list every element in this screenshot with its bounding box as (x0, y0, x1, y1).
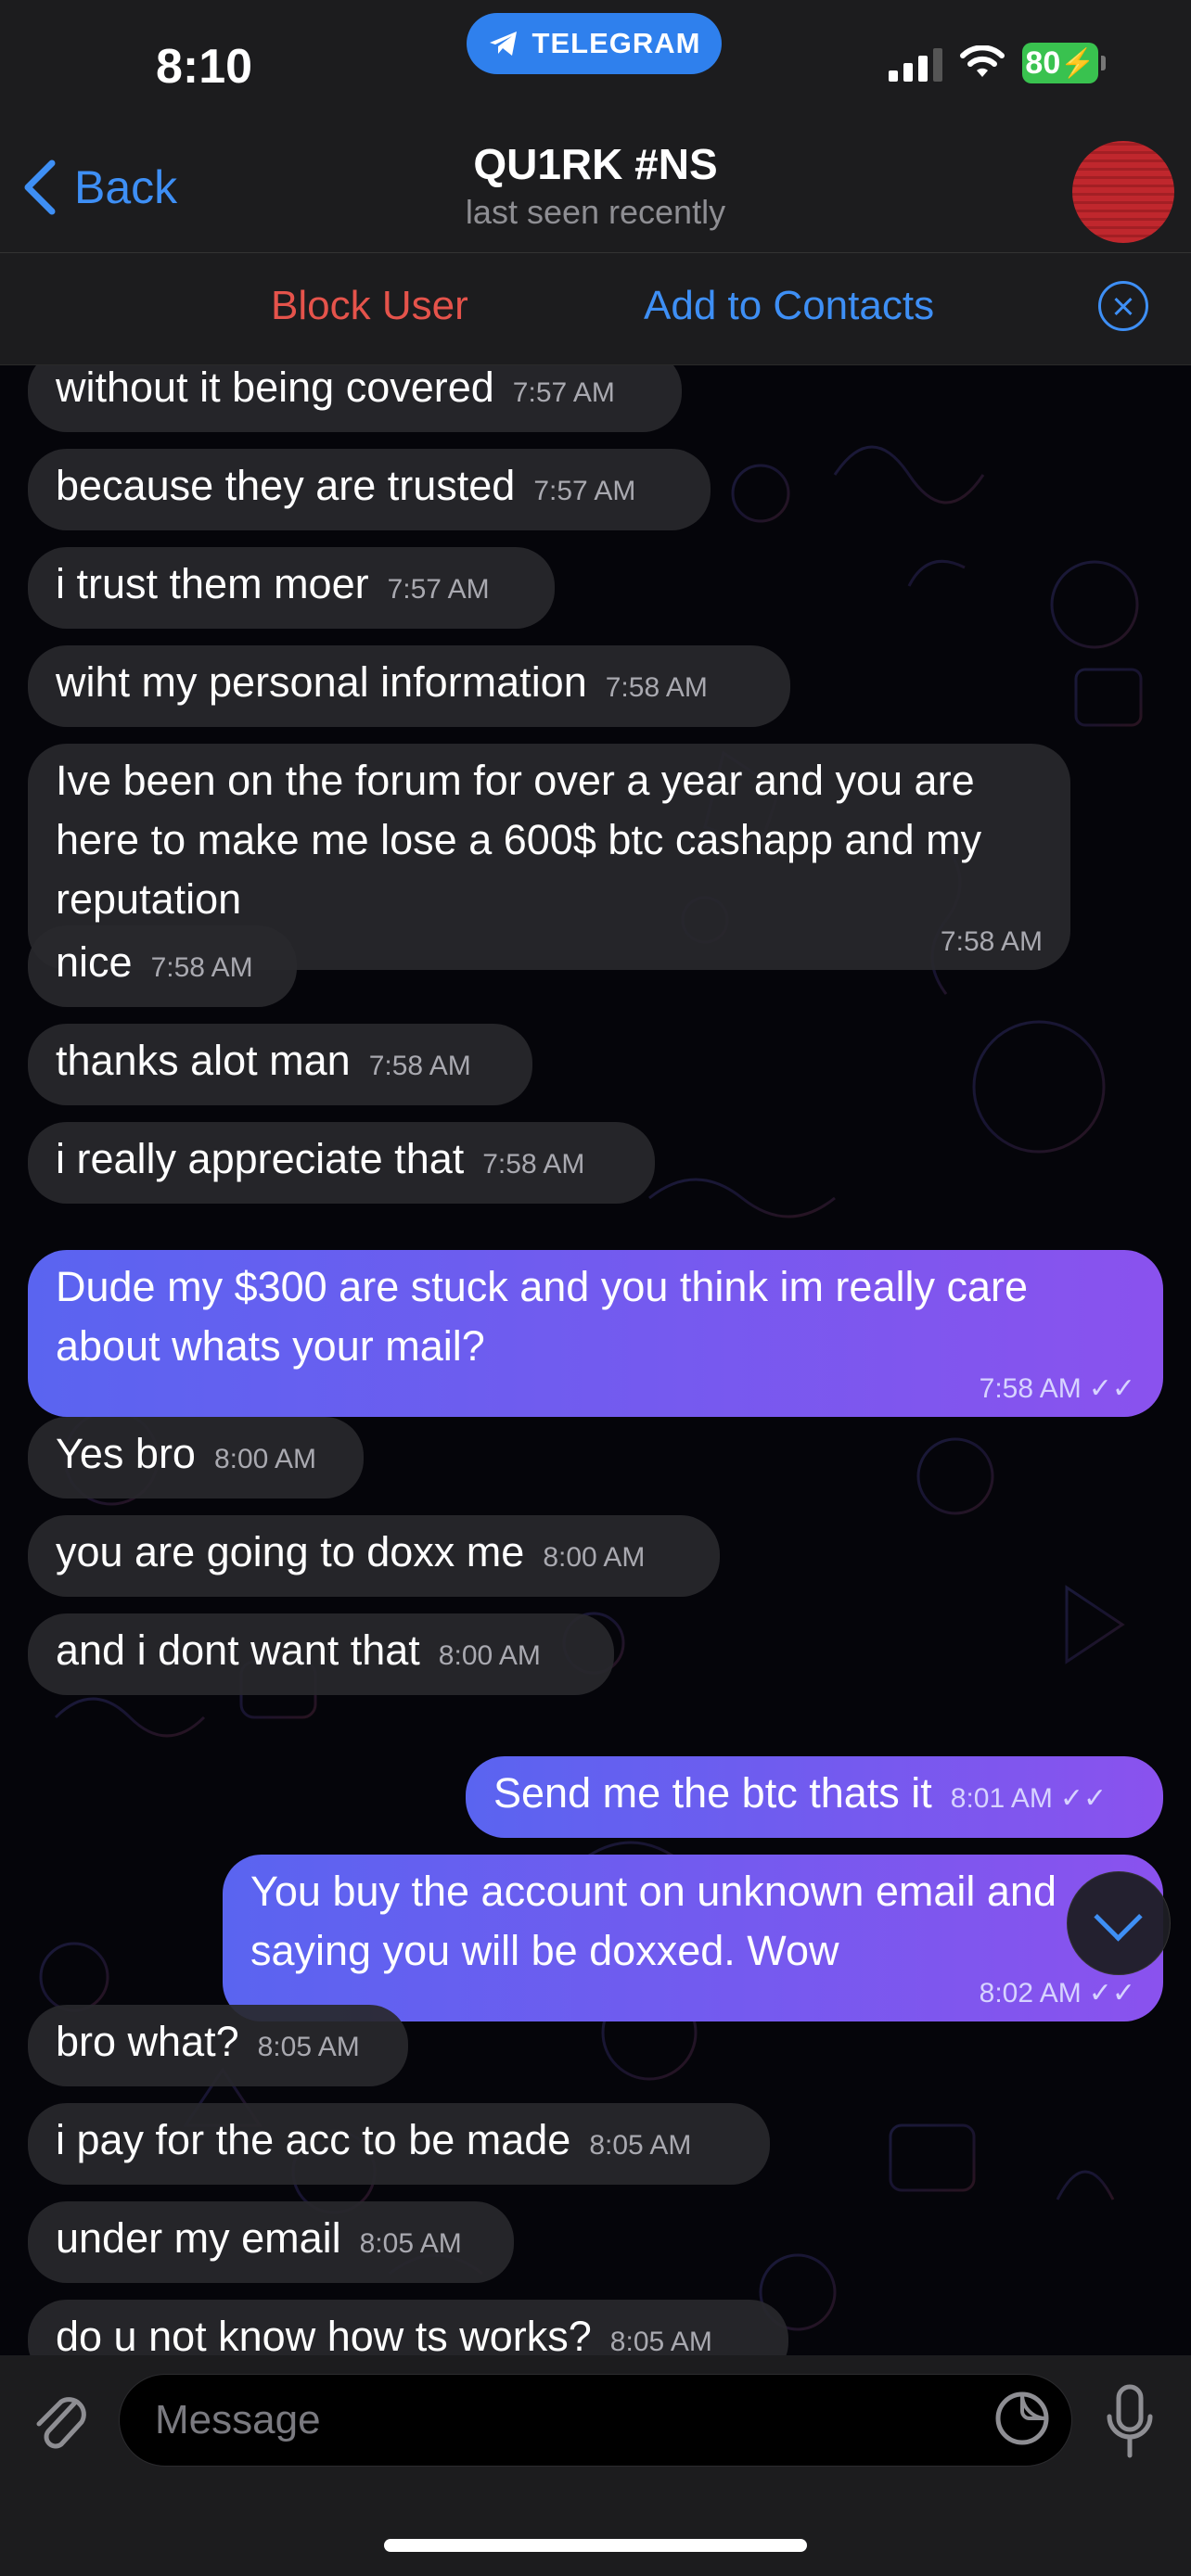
status-time: 8:10 (156, 40, 253, 94)
message-text: i trust them moer (56, 560, 369, 607)
message-time: 8:05 AM (609, 2327, 712, 2355)
battery-icon: 80 ⚡ (1022, 43, 1106, 83)
message-time: 7:57 AM (512, 377, 615, 408)
message-text: wiht my personal information (56, 658, 587, 706)
message-text: because they are trusted (56, 462, 516, 509)
message-time: 8:00 AM (543, 1542, 646, 1573)
incoming-message[interactable]: do u not know how ts works? 8:05 AM (28, 2300, 788, 2355)
message-time: 8:01 AM (950, 1783, 1053, 1814)
avatar[interactable] (1072, 141, 1174, 243)
add-to-contacts-button[interactable]: Add to Contacts (644, 283, 934, 329)
message-time: 8:05 AM (589, 2130, 692, 2161)
message-text: under my email (56, 2214, 341, 2262)
chat-area[interactable]: without it being covered 7:57 AM because t… (0, 363, 1191, 2355)
double-check-icon: ✓✓ (1088, 1373, 1135, 1404)
incoming-message[interactable]: wiht my personal information 7:58 AM (28, 645, 790, 727)
message-meta: 7:58 AM ✓✓ (74, 1371, 1135, 1408)
incoming-message[interactable]: and i dont want that 8:00 AM (28, 1613, 614, 1695)
message-text: do u not know how ts works? (56, 2313, 592, 2355)
cellular-signal-icon (889, 45, 942, 82)
block-user-button[interactable]: Block User (271, 283, 468, 329)
incoming-message[interactable]: without it being covered 7:57 AM (28, 363, 682, 432)
chat-header[interactable]: QU1RK #NS last seen recently (0, 139, 1191, 232)
outgoing-message[interactable]: You buy the account on unknown email and… (223, 1855, 1163, 2021)
incoming-message[interactable]: you are going to doxx me 8:00 AM (28, 1515, 720, 1597)
message-meta: 8:02 AM ✓✓ (269, 1975, 1135, 2012)
microphone-icon[interactable] (1102, 2383, 1158, 2461)
top-bar: 8:10 TELEGRAM 80 ⚡ Back QU1RK #NS last se… (0, 0, 1191, 252)
incoming-message[interactable]: bro what? 8:05 AM (28, 2005, 408, 2086)
message-text: You buy the account on unknown email and… (250, 1868, 1057, 1974)
incoming-message[interactable]: because they are trusted 7:57 AM (28, 449, 711, 530)
incoming-message[interactable]: thanks alot man 7:58 AM (28, 1024, 532, 1105)
message-text: and i dont want that (56, 1626, 420, 1674)
close-icon[interactable] (1098, 281, 1148, 331)
incoming-message[interactable]: i pay for the acc to be made 8:05 AM (28, 2103, 770, 2185)
telegram-pill[interactable]: TELEGRAM (467, 13, 722, 74)
home-indicator (384, 2539, 807, 2552)
message-time: 7:58 AM (482, 1149, 585, 1180)
status-icons: 80 ⚡ (889, 43, 1106, 83)
message-time: 7:58 AM (605, 672, 708, 703)
incoming-message[interactable]: i really appreciate that 7:58 AM (28, 1122, 655, 1204)
message-text: Ive been on the forum for over a year an… (56, 757, 982, 923)
message-text: bro what? (56, 2018, 239, 2065)
message-text: you are going to doxx me (56, 1528, 525, 1575)
incoming-message[interactable]: under my email 8:05 AM (28, 2201, 514, 2283)
message-time: 7:57 AM (387, 574, 490, 605)
chat-subtitle: last seen recently (465, 193, 726, 231)
message-input[interactable]: Message (119, 2374, 1072, 2467)
message-text: i pay for the acc to be made (56, 2116, 571, 2163)
message-text: i really appreciate that (56, 1135, 465, 1182)
incoming-message[interactable]: i trust them moer 7:57 AM (28, 547, 555, 629)
double-check-icon: ✓✓ (1059, 1783, 1108, 1814)
incoming-message[interactable]: Yes bro 8:00 AM (28, 1417, 364, 1498)
incoming-message[interactable]: nice 7:58 AM (28, 925, 297, 1007)
message-meta: 8:01 AM ✓✓ (951, 1783, 1107, 1814)
message-time: 8:02 AM (979, 1978, 1082, 2009)
contact-action-bar: Block User Add to Contacts (0, 252, 1191, 365)
outgoing-message[interactable]: Send me the btc thats it 8:01 AM ✓✓ (466, 1756, 1163, 1838)
message-time: 8:00 AM (213, 1444, 317, 1474)
paperclip-icon[interactable] (28, 2385, 93, 2459)
telegram-pill-label: TELEGRAM (531, 27, 701, 59)
double-check-icon: ✓✓ (1088, 1978, 1135, 2009)
message-time: 8:05 AM (257, 2032, 360, 2062)
outgoing-message[interactable]: Dude my $300 are stuck and you think im … (28, 1250, 1163, 1417)
message-text: nice (56, 938, 133, 986)
message-text: Dude my $300 are stuck and you think im … (56, 1263, 1029, 1370)
message-time: 7:58 AM (979, 1373, 1082, 1404)
chat-title: QU1RK #NS (473, 140, 718, 188)
message-text: Send me the btc thats it (493, 1769, 932, 1817)
message-text: Yes bro (56, 1430, 196, 1477)
telegram-icon (489, 32, 517, 56)
wifi-icon (960, 45, 1005, 77)
message-time: 7:58 AM (150, 952, 253, 983)
message-time: 7:57 AM (533, 476, 636, 506)
message-text: without it being covered (56, 363, 494, 411)
message-time: 8:05 AM (359, 2228, 462, 2259)
message-time: 7:58 AM (368, 1051, 471, 1081)
sticker-icon[interactable] (992, 2389, 1052, 2448)
message-text: thanks alot man (56, 1037, 351, 1084)
message-time: 8:00 AM (438, 1640, 541, 1671)
scroll-to-bottom-button[interactable] (1067, 1871, 1171, 1975)
battery-level: 80 (1025, 45, 1061, 81)
